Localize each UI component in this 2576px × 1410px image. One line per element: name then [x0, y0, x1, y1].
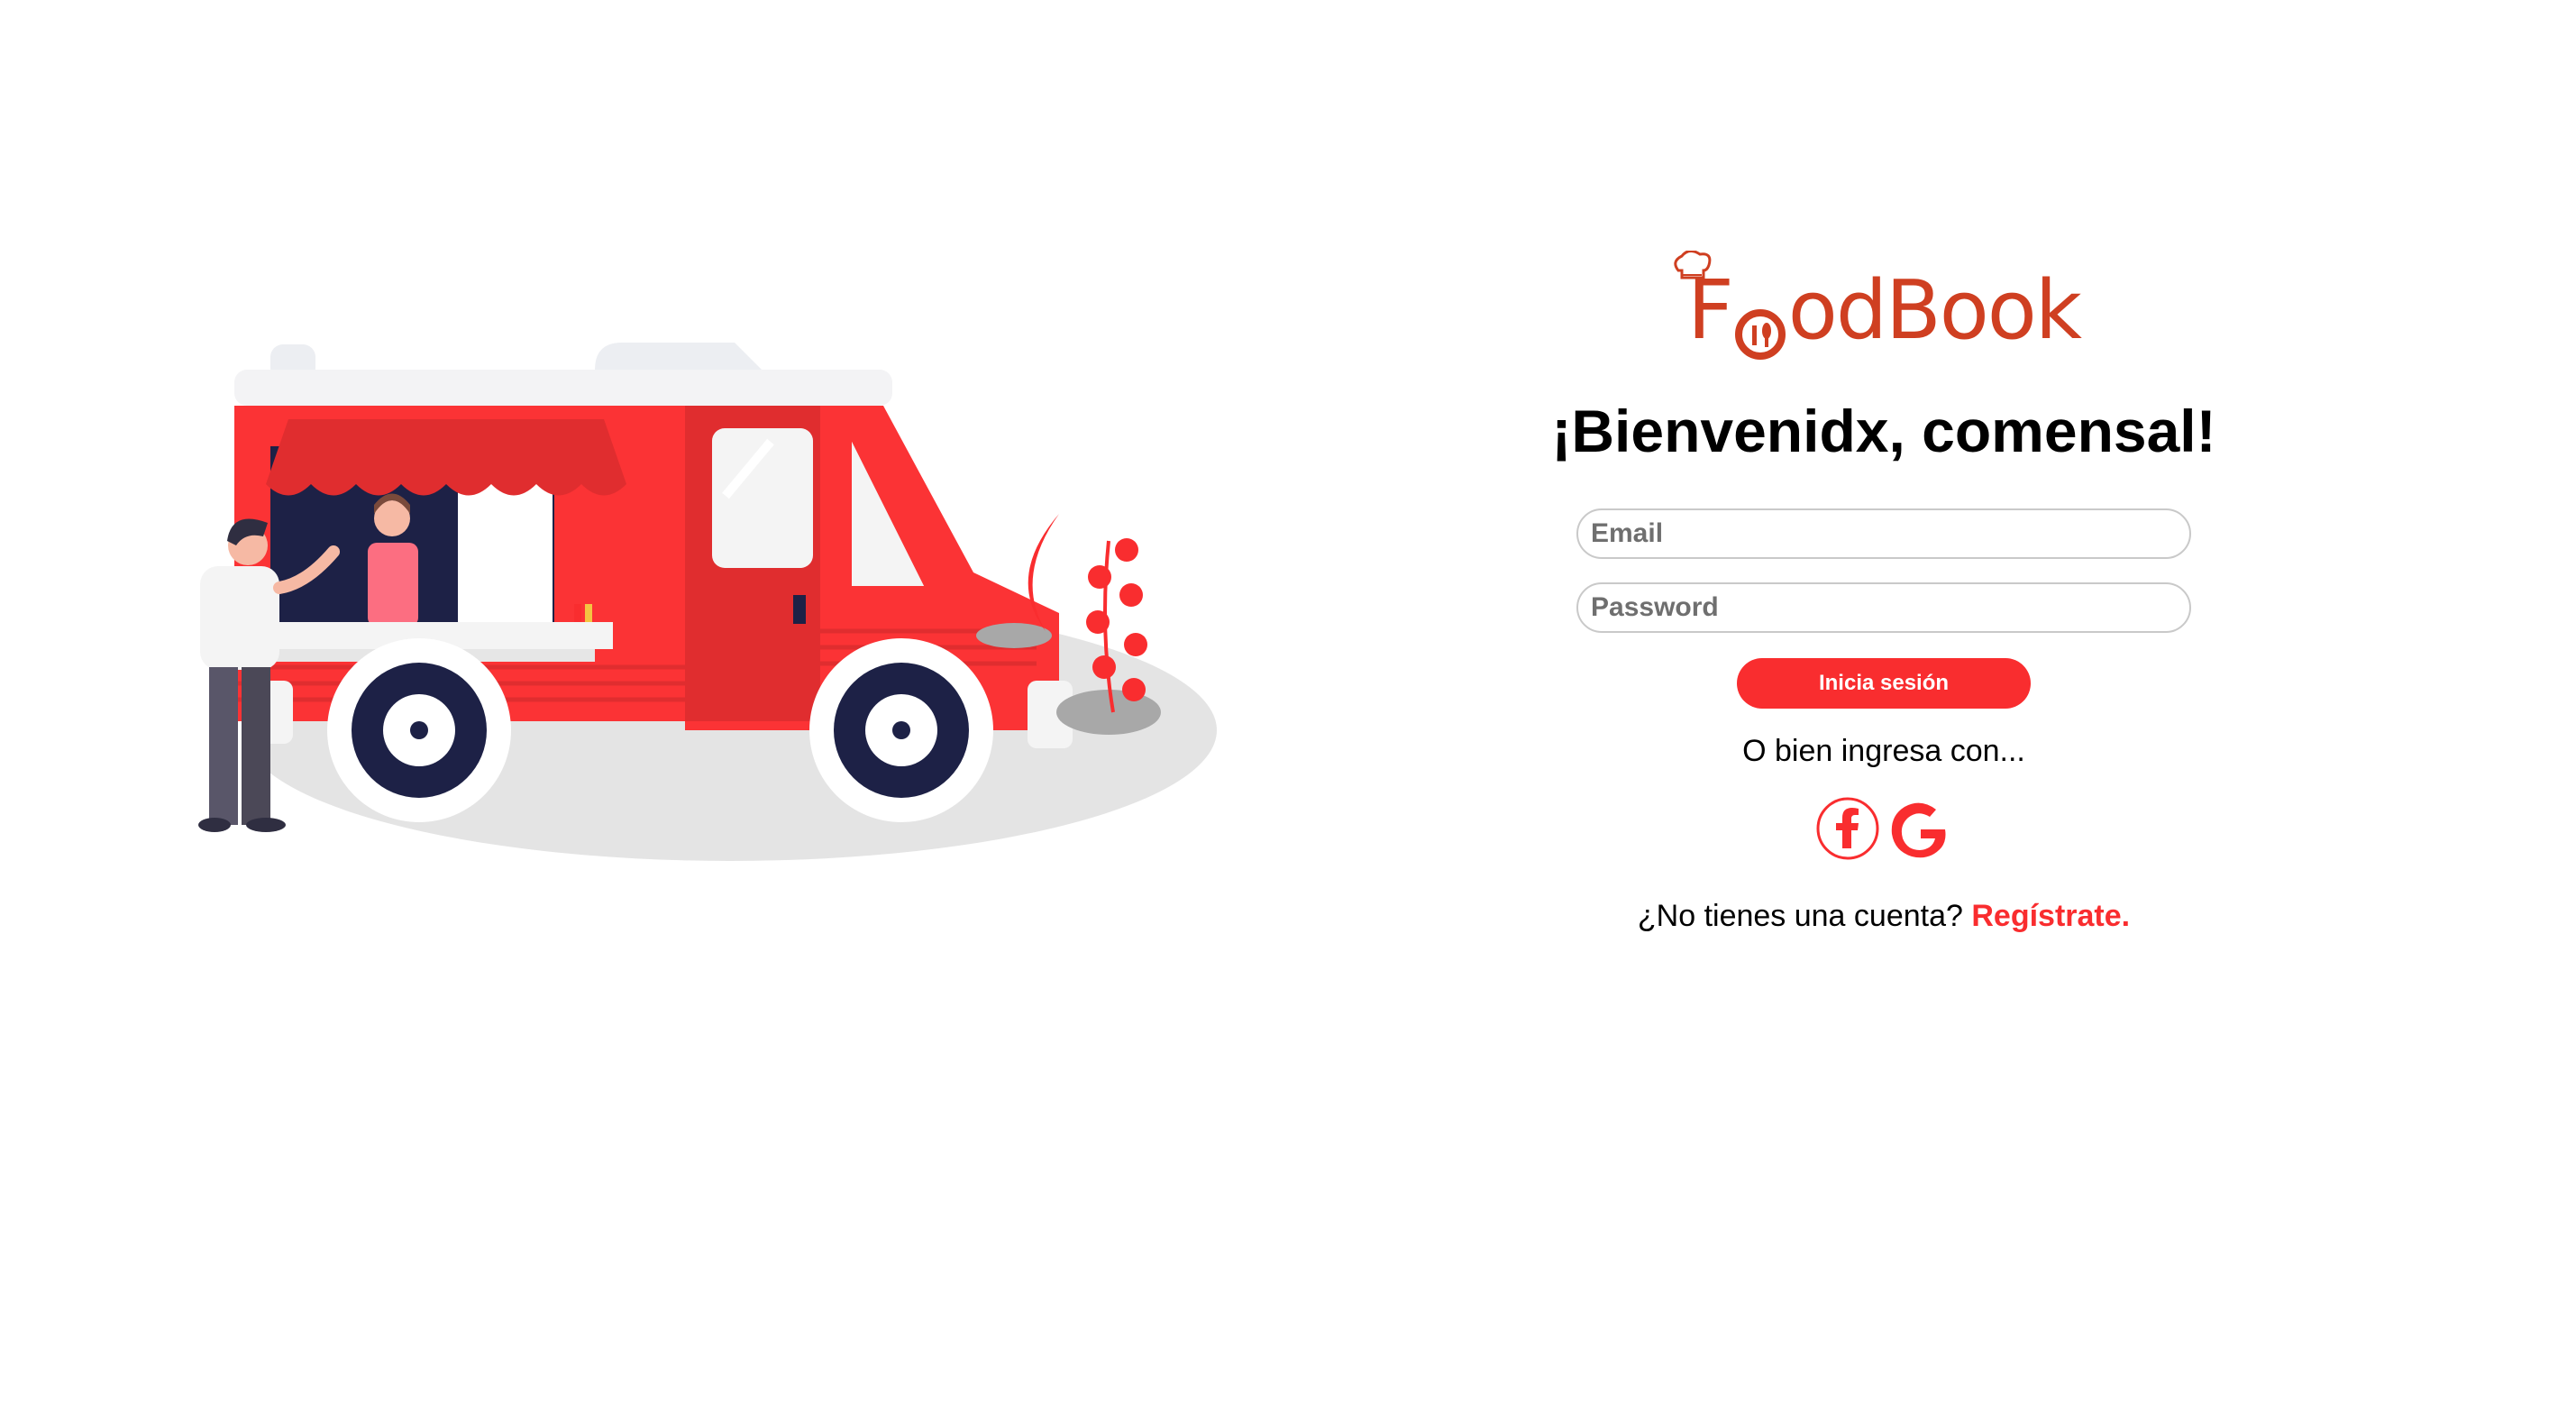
email-field[interactable]: [1576, 508, 2191, 559]
facebook-icon[interactable]: [1815, 796, 1880, 861]
chef-hat-icon: [1674, 251, 1712, 279]
signup-row: ¿No tienes una cuenta? Regístrate.: [1638, 899, 2130, 934]
logo-text: F odBook: [1687, 263, 2082, 360]
login-panel: F odBook ¡Bienvenidx, comensal! In: [1469, 243, 2298, 934]
foodbook-logo: F odBook: [1674, 243, 2082, 360]
signup-link[interactable]: Regístrate.: [1971, 899, 2130, 933]
logo-rest: odBook: [1787, 263, 2082, 358]
social-login-buttons: [1815, 796, 1952, 861]
google-icon[interactable]: [1887, 796, 1952, 861]
welcome-heading: ¡Bienvenidx, comensal!: [1551, 398, 2216, 464]
login-page: F odBook ¡Bienvenidx, comensal! In: [0, 0, 2576, 1410]
login-button[interactable]: Inicia sesión: [1737, 658, 2031, 709]
plate-cutlery-icon: [1734, 292, 1786, 360]
alt-login-text: O bien ingresa con...: [1742, 734, 2025, 768]
signup-prompt: ¿No tienes una cuenta?: [1637, 899, 1963, 933]
food-truck-illustration: [198, 343, 1217, 861]
password-field[interactable]: [1576, 582, 2191, 633]
